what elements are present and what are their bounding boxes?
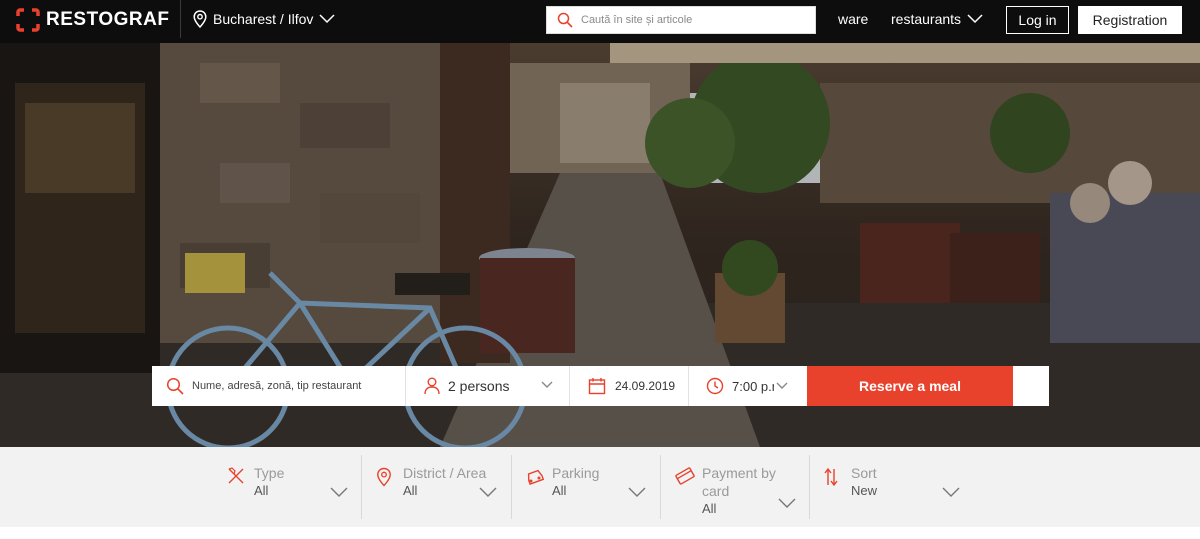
chevron-down-icon (776, 382, 788, 389)
city-label: Bucharest / Ilfov (213, 11, 314, 27)
logo-text: RESTOGRAF (46, 9, 170, 30)
date-picker[interactable]: 24.09.2019 (570, 366, 689, 406)
filter-district-value: All (403, 483, 418, 498)
restograf-logo[interactable]: RESTOGRAF (16, 8, 169, 32)
registration-button[interactable]: Registration (1078, 6, 1182, 34)
clock-icon (706, 377, 724, 395)
filter-type-label: Type (254, 465, 285, 481)
chevron-down-icon (628, 487, 646, 497)
filter-parking[interactable]: Parking All (525, 455, 649, 519)
persons-value: 2 persons (448, 378, 510, 394)
page-bottom-strip (0, 527, 1200, 539)
filter-payment-value: All (702, 501, 717, 516)
persons-selector[interactable]: 2 persons (406, 366, 570, 406)
credit-card-icon (675, 467, 695, 485)
filter-divider (809, 455, 810, 519)
filter-divider (511, 455, 512, 519)
cutlery-icon (228, 467, 244, 484)
header-divider (180, 0, 181, 38)
filter-sort[interactable]: Sort New (824, 455, 964, 519)
filter-payment-card[interactable]: Payment by card All (675, 455, 799, 519)
site-search-input[interactable] (581, 14, 801, 26)
city-selector[interactable]: Bucharest / Ilfov (193, 10, 335, 28)
site-search-box[interactable] (546, 6, 816, 34)
hero-banner-image: 2 persons 24.09.2019 7:00 p.m. Reserve a… (0, 43, 1200, 447)
chevron-down-icon (541, 381, 553, 388)
filter-sort-value: New (851, 483, 878, 498)
time-selector[interactable]: 7:00 p.m. (689, 366, 807, 406)
calendar-icon (588, 378, 606, 395)
filter-divider (361, 455, 362, 519)
restaurant-search-field[interactable] (152, 366, 406, 406)
chevron-down-icon (778, 498, 796, 508)
location-pin-icon (377, 467, 391, 487)
logo-mark-icon (16, 8, 40, 32)
chevron-down-icon (319, 14, 335, 24)
login-button[interactable]: Log in (1006, 6, 1069, 34)
person-icon (424, 377, 440, 395)
chevron-down-icon (942, 487, 960, 497)
search-icon (557, 12, 573, 28)
chevron-down-icon (330, 487, 348, 497)
sort-arrows-icon (824, 467, 838, 487)
filter-type[interactable]: Type All (227, 455, 349, 519)
chevron-down-icon (479, 487, 497, 497)
filter-type-value: All (254, 483, 269, 498)
filter-sort-label: Sort (851, 465, 877, 481)
reservation-search-bar: 2 persons 24.09.2019 7:00 p.m. Reserve a… (152, 366, 1049, 406)
nav-restaurants-label: restaurants (891, 11, 962, 27)
car-icon (527, 469, 545, 485)
chevron-down-icon (967, 14, 983, 24)
filter-district[interactable]: District / Area All (376, 455, 498, 519)
filter-parking-label: Parking (552, 465, 600, 481)
filter-payment-label: Payment by card (702, 465, 776, 499)
time-value: 7:00 p.m. (732, 378, 774, 394)
top-navigation-bar: RESTOGRAF Bucharest / Ilfov ware restaur… (0, 0, 1200, 43)
filter-parking-value: All (552, 483, 567, 498)
restaurant-search-input[interactable] (192, 380, 392, 392)
filter-divider (660, 455, 661, 519)
location-pin-icon (193, 10, 207, 28)
filters-bar: Type All District / Area All Parking All (0, 447, 1200, 527)
nav-link-ware[interactable]: ware (838, 11, 868, 27)
search-icon (166, 377, 184, 395)
nav-restaurants-dropdown[interactable]: restaurants (891, 11, 983, 27)
filter-district-label: District / Area (403, 465, 487, 481)
date-value: 24.09.2019 (615, 379, 676, 393)
reserve-meal-button[interactable]: Reserve a meal (807, 366, 1013, 406)
